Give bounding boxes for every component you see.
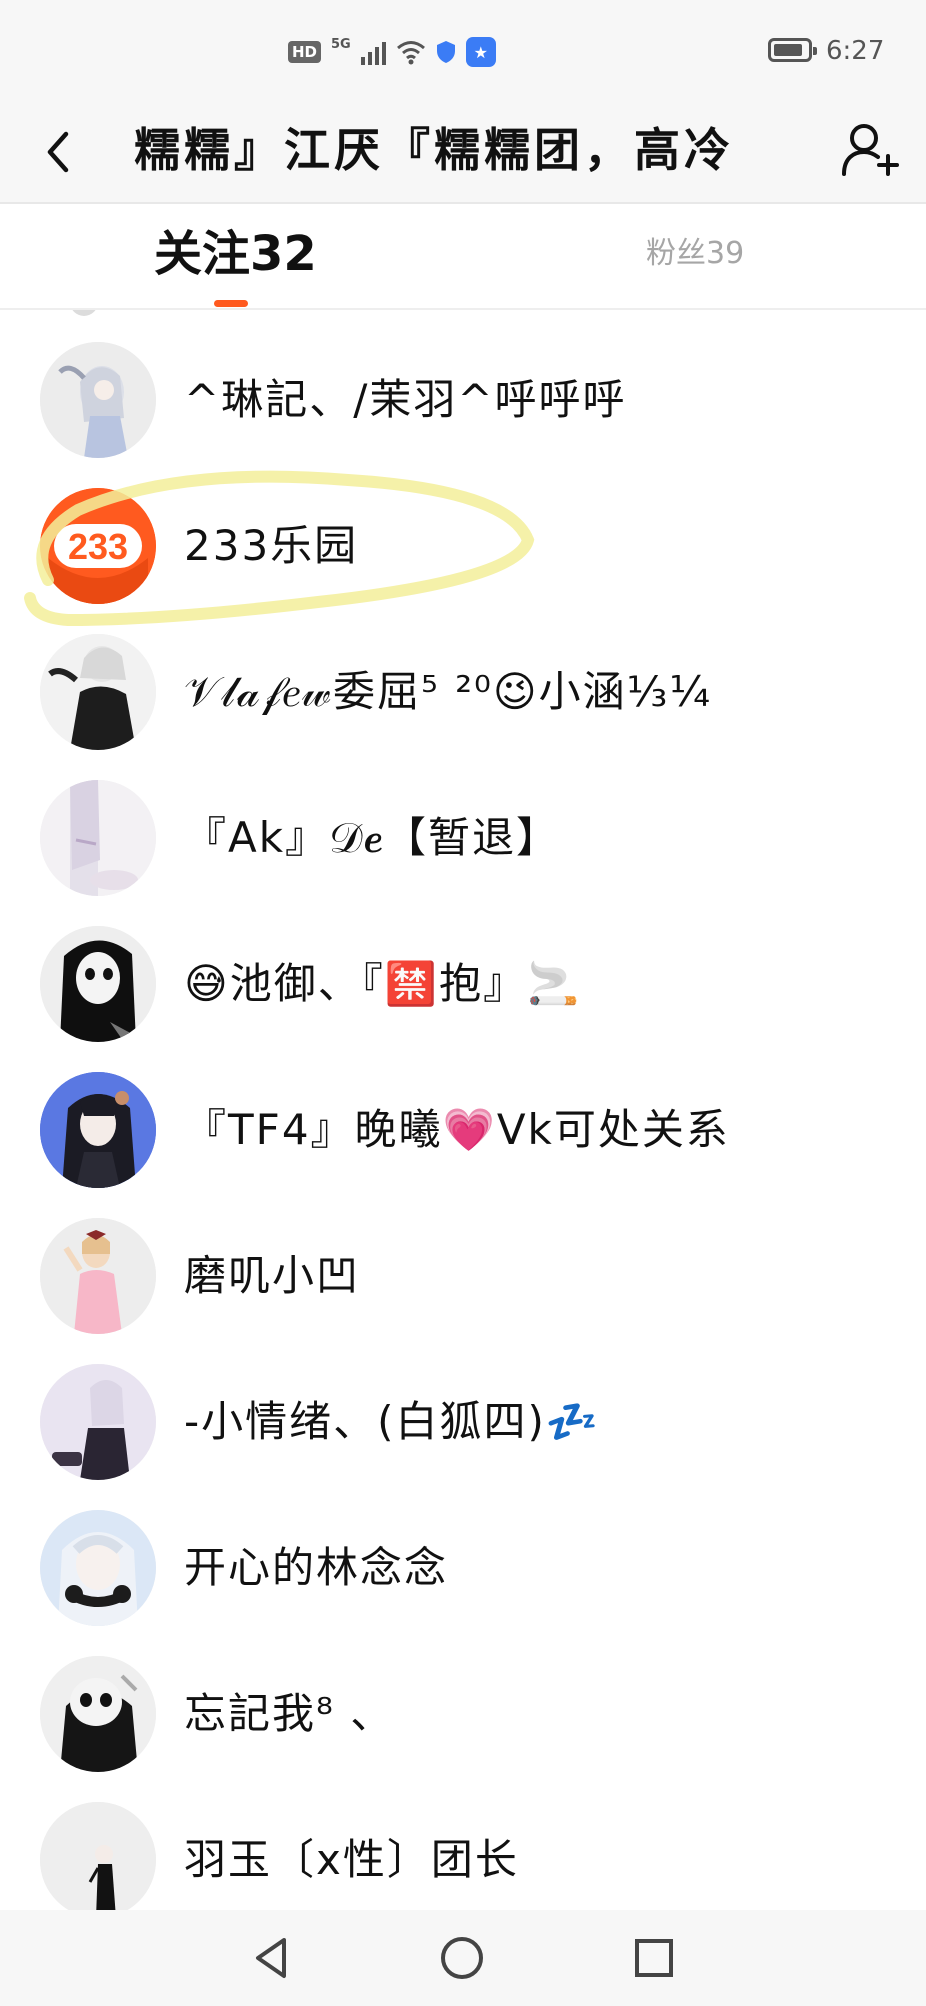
- tab-bar: 关注32 粉丝39: [0, 204, 926, 310]
- list-item[interactable]: 『TF4』晚曦💗Vk可处关系: [0, 1072, 926, 1218]
- avatar[interactable]: [40, 780, 156, 896]
- app-notification-icon: ★: [465, 37, 496, 67]
- avatar[interactable]: [40, 342, 156, 458]
- list-item-name: 『TF4』晚曦💗Vk可处关系: [184, 1105, 730, 1154]
- list-item-name: 忘記我⁸ 、: [184, 1689, 395, 1738]
- list-item[interactable]: 开心的林念念: [0, 1510, 926, 1656]
- avatar[interactable]: [40, 1656, 156, 1772]
- list-item-name: 磨叽小凹: [184, 1251, 361, 1300]
- list-item-name: 𝒱𝓁𝒶𝒻𝑒𝓌委屈⁵ ²⁰😉小涵⅓¼: [184, 667, 713, 716]
- signal-icon: [360, 39, 386, 65]
- avatar[interactable]: [40, 1218, 156, 1334]
- list-item[interactable]: ^琳記、/茉羽^呼呼呼: [0, 342, 926, 488]
- status-bar: HD 5G ★ 6:27: [0, 0, 926, 100]
- back-triangle-icon[interactable]: [246, 1932, 298, 1984]
- back-icon[interactable]: [38, 122, 78, 182]
- list-item[interactable]: 磨叽小凹: [0, 1218, 926, 1364]
- list-item[interactable]: 羽玉〔x性〕团长: [0, 1802, 926, 1910]
- status-icons: HD 5G ★: [288, 36, 496, 68]
- list-item-name: 『Ak』𝒟𝒆【暂退】: [184, 813, 561, 862]
- list-item[interactable]: 233 233乐园: [0, 488, 926, 634]
- avatar[interactable]: 233: [40, 488, 156, 604]
- list-item-name: 羽玉〔x性〕团长: [184, 1835, 519, 1884]
- avatar: [70, 310, 98, 316]
- list-item-name: 😅池御、『🈲抱』🚬: [184, 959, 582, 1008]
- network-type-label: 5G: [331, 36, 351, 52]
- list-item[interactable]: 😅池御、『🈲抱』🚬: [0, 926, 926, 1072]
- list-item-name: 开心的林念念: [184, 1543, 449, 1592]
- shield-icon: [436, 41, 455, 63]
- list-item[interactable]: 忘記我⁸ 、: [0, 1656, 926, 1802]
- avatar[interactable]: [40, 1510, 156, 1626]
- add-user-icon[interactable]: [838, 118, 902, 182]
- avatar[interactable]: [40, 1364, 156, 1480]
- list-item-name: 233乐园: [184, 521, 359, 570]
- hd-icon: HD: [288, 41, 322, 63]
- list-item[interactable]: 𝒱𝓁𝒶𝒻𝑒𝓌委屈⁵ ²⁰😉小涵⅓¼: [0, 634, 926, 780]
- avatar[interactable]: [40, 1802, 156, 1910]
- list-item[interactable]: -小情绪、(白狐四)💤: [0, 1364, 926, 1510]
- battery-icon: [768, 38, 817, 62]
- avatar[interactable]: [40, 1072, 156, 1188]
- tab-fans[interactable]: 粉丝39: [646, 224, 744, 284]
- tab-following[interactable]: 关注32: [154, 224, 317, 284]
- avatar[interactable]: [40, 634, 156, 750]
- wifi-icon: [396, 41, 425, 65]
- clock: 6:27: [826, 36, 885, 66]
- list-item-name: -小情绪、(白狐四)💤: [184, 1397, 601, 1446]
- page-header: 糯糯』江厌『糯糯团，高冷: [0, 100, 926, 204]
- avatar[interactable]: [40, 926, 156, 1042]
- page-title: 糯糯』江厌『糯糯团，高冷: [134, 123, 734, 177]
- avatar-logo-text: 233: [68, 526, 128, 567]
- system-navigation-bar: [0, 1910, 926, 2006]
- recents-square-icon[interactable]: [628, 1932, 680, 1984]
- home-circle-icon[interactable]: [436, 1932, 488, 1984]
- list-item-name: ^琳記、/茉羽^呼呼呼: [184, 375, 627, 424]
- following-list[interactable]: ^琳記、/茉羽^呼呼呼 233 233乐园 𝒱𝓁𝒶𝒻𝑒𝓌委屈⁵ ²⁰😉小涵⅓¼: [0, 310, 926, 1910]
- list-item[interactable]: 『Ak』𝒟𝒆【暂退】: [0, 780, 926, 926]
- active-tab-indicator: [214, 300, 248, 307]
